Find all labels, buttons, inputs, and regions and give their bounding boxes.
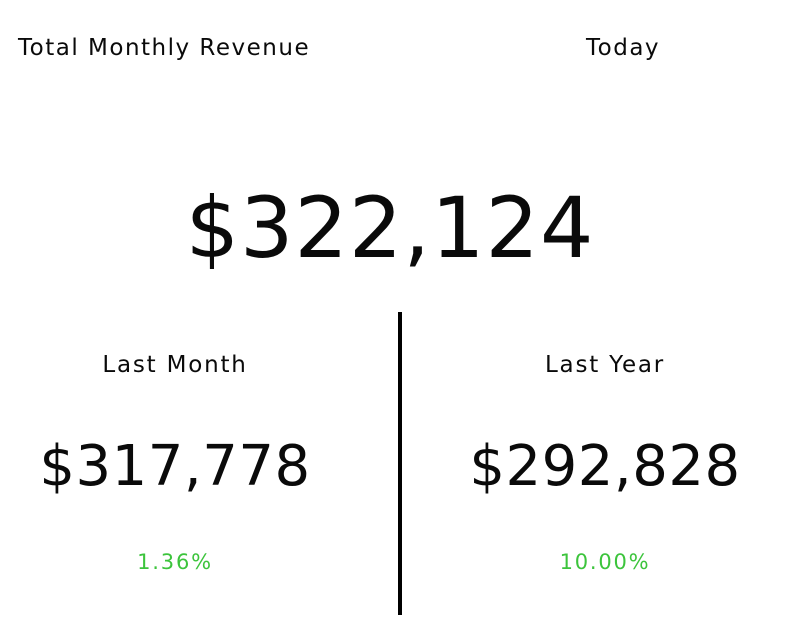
comparison-last-month: Last Month $317,778 1.36% xyxy=(0,340,350,600)
comparison-last-year: Last Year $292,828 10.00% xyxy=(430,340,780,600)
comparison-change-percent: 10.00% xyxy=(559,550,651,574)
comparison-label: Last Year xyxy=(544,352,666,378)
comparison-value: $292,828 xyxy=(469,434,741,499)
vertical-divider xyxy=(398,312,402,615)
current-revenue-value: $322,124 xyxy=(185,179,595,277)
comparison-value: $317,778 xyxy=(39,434,311,499)
comparison-label: Last Month xyxy=(102,352,248,378)
comparison-change-percent: 1.36% xyxy=(137,550,213,574)
revenue-widget: Total Monthly Revenue Today $322,124 Las… xyxy=(0,0,800,618)
period-label: Today xyxy=(586,35,661,61)
widget-title: Total Monthly Revenue xyxy=(18,35,311,61)
